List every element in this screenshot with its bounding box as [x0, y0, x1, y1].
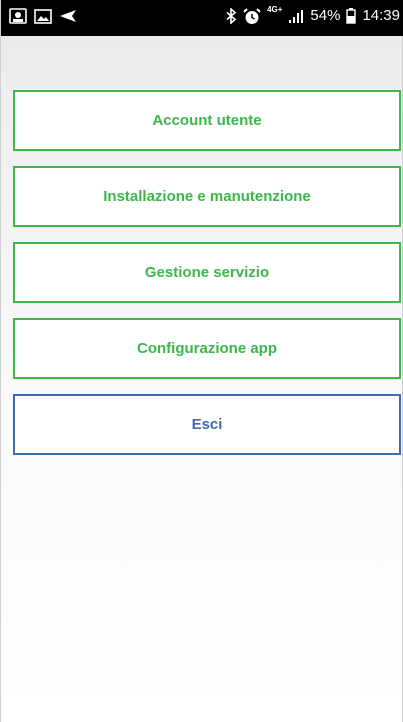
configurazione-app-button[interactable]: Configurazione app — [13, 318, 401, 379]
status-right-icons: 4G+ 54% 14:39 — [226, 5, 400, 27]
status-left-icons — [9, 8, 77, 24]
battery-icon — [346, 8, 357, 24]
app-screen: 4G+ 54% 14:39 Account utente Installazio… — [0, 0, 403, 722]
alarm-icon — [243, 7, 261, 25]
clock-time: 14:39 — [362, 7, 400, 24]
installazione-manutenzione-button[interactable]: Installazione e manutenzione — [13, 166, 401, 227]
battery-percent: 54% — [310, 7, 341, 24]
signal-icon — [288, 9, 304, 24]
send-icon — [59, 9, 77, 23]
status-bar: 4G+ 54% 14:39 — [1, 0, 403, 36]
bluetooth-icon — [226, 7, 237, 25]
account-utente-button[interactable]: Account utente — [13, 90, 401, 151]
photo-icon — [9, 8, 27, 24]
network-type-label: 4G+ — [267, 5, 283, 14]
main-menu: Account utente Installazione e manutenzi… — [13, 90, 403, 470]
exit-button[interactable]: Esci — [13, 394, 401, 455]
gestione-servizio-button[interactable]: Gestione servizio — [13, 242, 401, 303]
gallery-icon — [34, 8, 52, 24]
